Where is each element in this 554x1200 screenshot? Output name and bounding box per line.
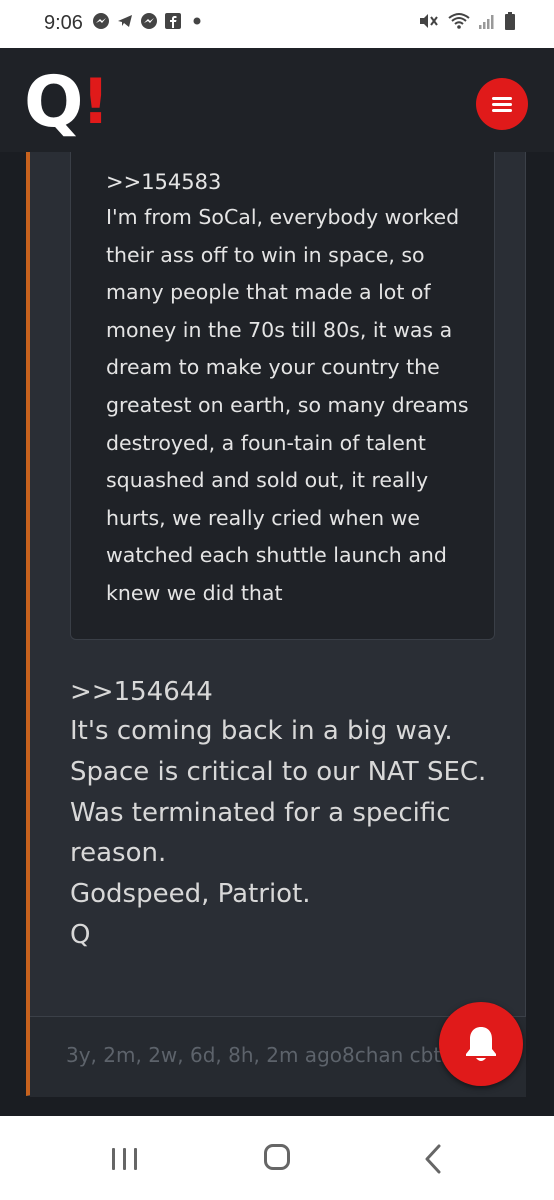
hamburger-icon <box>492 94 512 115</box>
quoted-post-text: I'm from SoCal, everybody worked their a… <box>106 205 469 605</box>
back-icon[interactable] <box>424 1144 442 1174</box>
reply-line: Q <box>70 919 91 950</box>
signal-icon <box>478 12 496 34</box>
status-time: 9:06 <box>44 12 83 34</box>
battery-icon <box>504 12 516 34</box>
post-area: >>154583 I'm from SoCal, everybody worke… <box>0 152 554 1116</box>
messenger-icon <box>140 12 158 30</box>
messenger-icon <box>92 12 110 30</box>
reply-line: Space is critical to our NAT SEC. <box>70 756 487 787</box>
menu-button[interactable] <box>476 78 528 130</box>
home-icon[interactable] <box>264 1144 290 1170</box>
reply-post-ref[interactable]: >>154644 <box>70 674 213 710</box>
app-header: Q ! <box>0 48 554 153</box>
logo-exclamation: ! <box>81 65 110 138</box>
post-timestamp-source: 3y, 2m, 2w, 6d, 8h, 2m ago8chan cbts <box>66 1043 452 1067</box>
status-bar: 9:06 <box>0 0 554 48</box>
reply-line: It's coming back in a big way. <box>70 716 453 746</box>
notification-icons <box>92 12 206 30</box>
reply-line: Was terminated for a specific reason. <box>70 797 451 869</box>
facebook-icon <box>164 12 182 30</box>
reply-post-text: It's coming back in a big way. Space is … <box>70 711 500 956</box>
notification-button[interactable] <box>439 1002 523 1086</box>
system-icons <box>418 12 516 34</box>
reply-line: Godspeed, Patriot. <box>70 879 311 910</box>
dot-icon <box>188 12 206 30</box>
quoted-post-ref[interactable]: >>154583 <box>106 170 221 194</box>
recent-apps-icon[interactable] <box>112 1148 140 1170</box>
logo-q: Q <box>24 61 84 143</box>
telegram-icon <box>116 12 134 30</box>
wifi-icon <box>448 12 470 34</box>
site-logo[interactable]: Q ! <box>24 61 110 143</box>
bell-icon <box>466 1027 496 1061</box>
mute-icon <box>418 12 440 34</box>
post-card: >>154583 I'm from SoCal, everybody worke… <box>26 152 526 1097</box>
quoted-post: >>154583 I'm from SoCal, everybody worke… <box>70 152 495 640</box>
system-nav-bar <box>0 1116 554 1200</box>
